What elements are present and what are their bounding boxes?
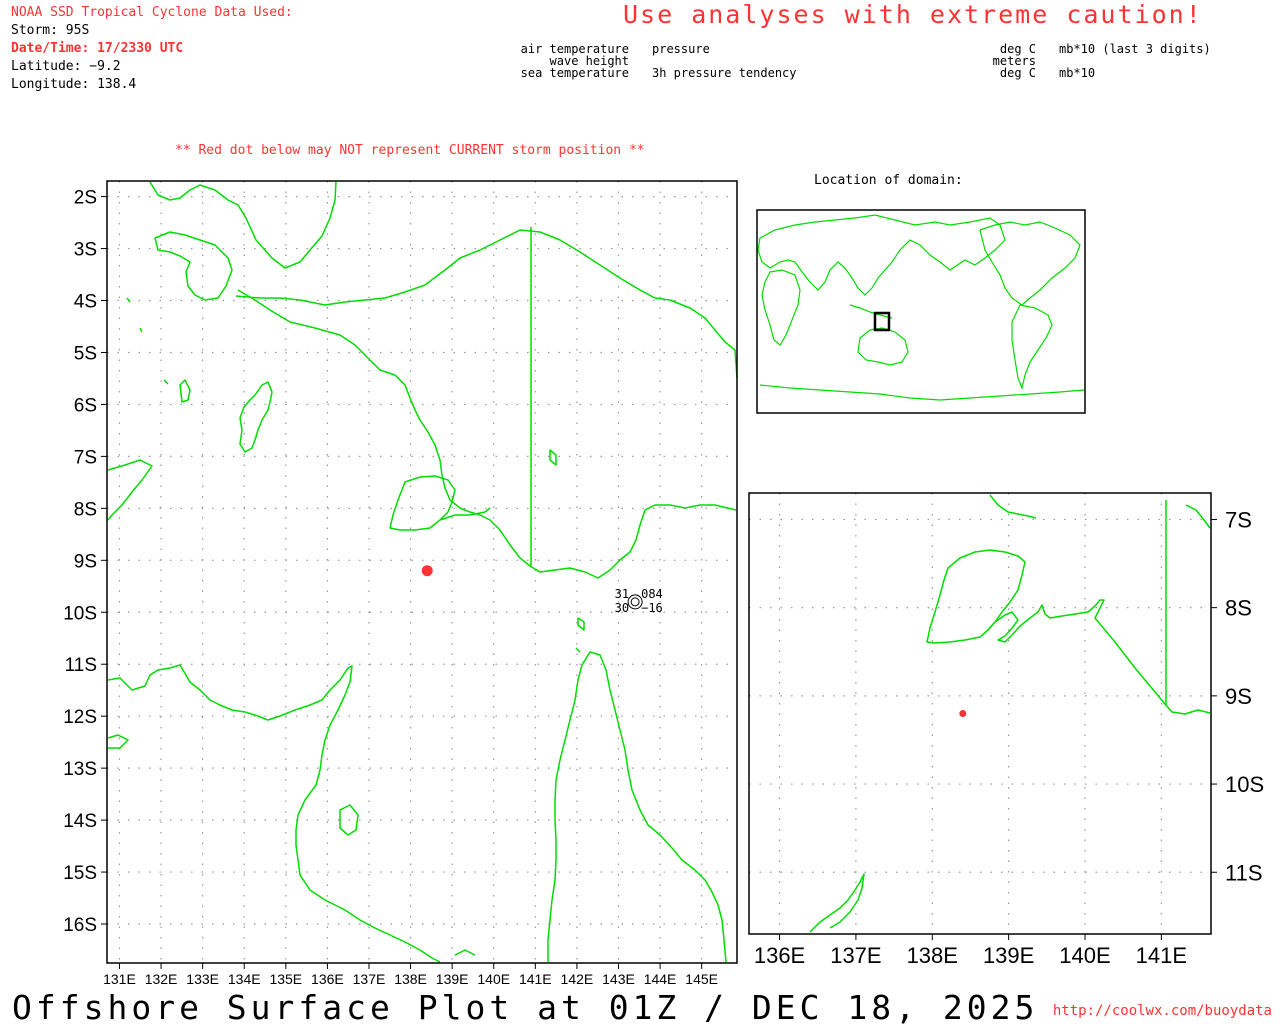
zoom-coast-north xyxy=(989,494,1037,519)
station-circle-icon xyxy=(627,594,643,610)
lat-label: 13S xyxy=(63,759,97,780)
lon-label: 137E xyxy=(353,971,386,987)
coast-north-america xyxy=(979,221,1081,306)
lat-label: 9S xyxy=(74,551,97,572)
lon-label: 138E xyxy=(394,971,427,987)
coast-south-america xyxy=(1011,304,1053,391)
station-wave-icon xyxy=(630,597,640,607)
storm-position-marker xyxy=(421,565,433,577)
coast-island-small-2 xyxy=(139,327,143,333)
lat-label: 15S xyxy=(63,863,97,884)
lon-label: 145E xyxy=(685,971,718,987)
coast-island-small-6 xyxy=(575,647,581,653)
coast-arnhem-land xyxy=(107,664,441,963)
coast-west-papua-head xyxy=(154,231,233,301)
coast-new-guinea-north xyxy=(235,229,738,379)
zoom-lat-label: 8S xyxy=(1225,596,1252,621)
lon-label: 134E xyxy=(228,971,261,987)
coast-kai-islands xyxy=(179,379,191,403)
zoom-lat-label: 9S xyxy=(1225,684,1252,709)
coast-gulf-carpentaria-east xyxy=(547,651,727,963)
lon-label: 135E xyxy=(269,971,302,987)
lat-label: 11S xyxy=(65,655,97,676)
coast-australia xyxy=(857,327,909,366)
coast-wellesley-island xyxy=(454,949,476,956)
zoom-lon-label: 139E xyxy=(983,943,1034,968)
location-inset xyxy=(756,209,1086,414)
zoom-map-frame xyxy=(748,492,1212,935)
lat-label: 3S xyxy=(74,240,97,261)
station-sea-temperature: 30 xyxy=(615,601,629,615)
coast-antarctica xyxy=(759,384,1085,401)
zoom-lon-label: 140E xyxy=(1059,943,1110,968)
zoom-map-grid xyxy=(749,493,1211,934)
lon-label: 136E xyxy=(311,971,344,987)
coast-island-small-3 xyxy=(163,379,169,385)
coast-africa xyxy=(761,269,801,346)
lon-label: 131E xyxy=(103,971,136,987)
world-coastlines xyxy=(757,214,1085,401)
lat-label: 7S xyxy=(74,447,97,468)
lon-label: 132E xyxy=(145,971,178,987)
coast-island-small-5 xyxy=(577,617,585,631)
lat-label: 16S xyxy=(63,915,97,936)
zoom-lat-label: 7S xyxy=(1225,507,1252,532)
lat-label: 5S xyxy=(74,343,97,364)
lon-label: 133E xyxy=(186,971,219,987)
lat-label: 8S xyxy=(74,499,97,520)
zoom-map-ticks: 7S 8S 9S 10S 11S 136E 137E 138E 139E 140E 141E xyxy=(754,507,1264,968)
lon-label: 143E xyxy=(602,971,635,987)
coast-melville-island xyxy=(107,734,129,749)
lon-label: 141E xyxy=(519,971,552,987)
zoom-lon-label: 141E xyxy=(1136,943,1187,968)
location-inset-frame xyxy=(756,209,1086,414)
zoom-coast-east xyxy=(1185,504,1211,529)
zoom-lon-label: 137E xyxy=(830,943,881,968)
coast-new-guinea-south xyxy=(237,289,737,579)
station-air-temperature: 31 xyxy=(615,587,629,601)
zoom-storm-position-marker xyxy=(959,710,967,717)
zoom-lon-label: 138E xyxy=(907,943,958,968)
lat-label: 12S xyxy=(63,707,97,728)
lon-label: 139E xyxy=(436,971,469,987)
lat-label: 10S xyxy=(63,603,97,624)
station-pressure-tendency: −16 xyxy=(641,601,663,615)
coast-indonesia xyxy=(849,304,893,319)
zoom-lon-label: 136E xyxy=(754,943,805,968)
coast-tanimbar xyxy=(107,459,153,521)
coast-island-small-4 xyxy=(549,449,557,466)
zoom-map-coastlines xyxy=(809,494,1211,933)
zoom-map: 7S 8S 9S 10S 11S 136E 137E 138E 139E 140E 141E xyxy=(748,492,1264,968)
coast-eurasia xyxy=(757,214,1006,296)
zoom-lat-label: 11S xyxy=(1225,860,1263,885)
lat-label: 2S xyxy=(74,188,97,209)
maps-canvas: 2S 3S 4S 5S 6S 7S 8S 9S 10S 11S 12S 13S 14S 15S 16S 131… xyxy=(63,180,1264,987)
station-pressure: 084 xyxy=(641,587,663,601)
zoom-mainland-coast xyxy=(987,599,1211,715)
lat-label: 14S xyxy=(63,811,97,832)
main-map: 2S 3S 4S 5S 6S 7S 8S 9S 10S 11S 12S 13S 14S 15S 16S 131… xyxy=(63,180,738,987)
zoom-lat-label: 10S xyxy=(1225,772,1264,797)
lon-label: 144E xyxy=(644,971,677,987)
lon-label: 142E xyxy=(561,971,594,987)
coast-frederik-hendrik-island xyxy=(389,475,456,531)
lat-label: 6S xyxy=(74,395,97,416)
coast-island-small-1 xyxy=(126,297,131,303)
station-model: 31 30 084 −16 xyxy=(615,587,663,615)
lat-label: 4S xyxy=(74,292,97,313)
lon-label: 140E xyxy=(477,971,510,987)
